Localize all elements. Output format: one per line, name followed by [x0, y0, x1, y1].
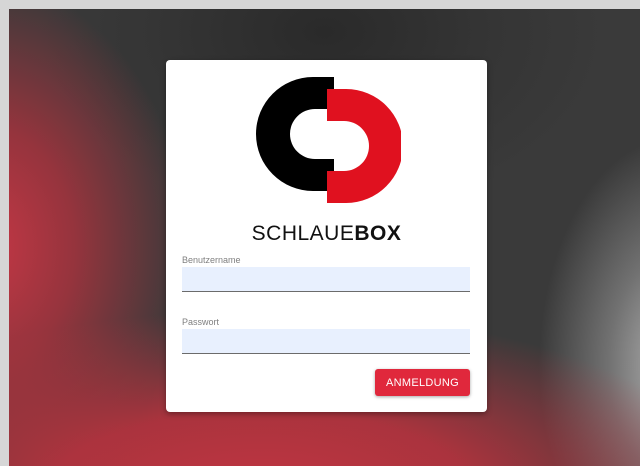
browser-viewport: SCHLAUEBOX Benutzername Passwort ANMELDU…: [0, 0, 640, 466]
brand-name-light: SCHLAUE: [251, 222, 355, 245]
brand-name-bold: BOX: [354, 222, 402, 245]
password-input[interactable]: [182, 329, 470, 354]
login-button[interactable]: ANMELDUNG: [375, 369, 470, 396]
username-input[interactable]: [182, 267, 470, 292]
schlauebox-logo-icon: [256, 77, 401, 203]
login-card: SCHLAUEBOX Benutzername Passwort ANMELDU…: [166, 60, 487, 412]
username-label: Benutzername: [182, 255, 241, 265]
brand-name: SCHLAUEBOX: [166, 222, 487, 246]
password-label: Passwort: [182, 317, 220, 327]
